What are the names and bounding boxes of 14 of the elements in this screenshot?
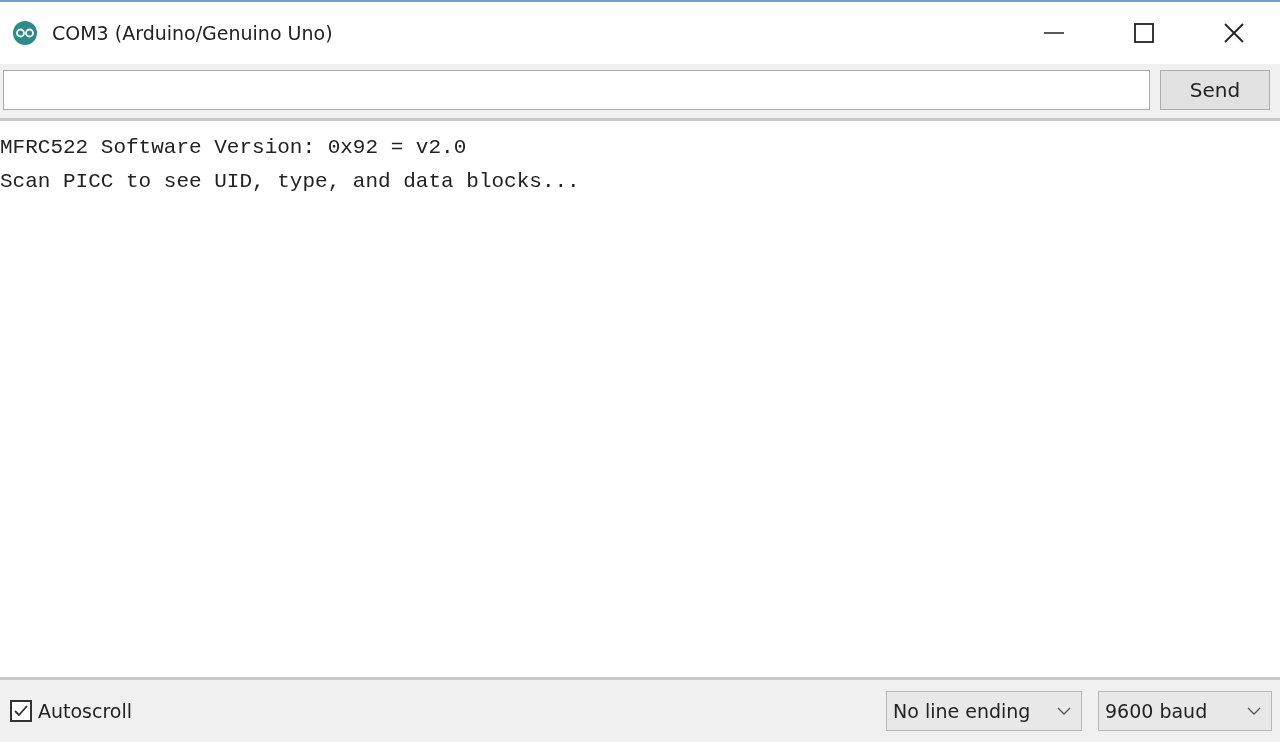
caret-icon — [1057, 707, 1071, 715]
input-field[interactable] — [3, 70, 1150, 110]
baud-rate-dropdown[interactable]: 9600 baud — [1098, 691, 1272, 731]
close-icon[interactable] — [1224, 23, 1244, 43]
output-line: Scan PICC to see UID, type, and data blocks... — [0, 169, 581, 195]
output-line: MFRC522 Software Version: 0x92 = v2.0 — [0, 135, 468, 161]
window-title: COM3 (Arduino/Genuino Uno) — [52, 22, 333, 44]
maximize-icon[interactable] — [1134, 23, 1154, 43]
line-ending-dropdown[interactable]: No line ending — [886, 691, 1082, 731]
send-button[interactable]: Send — [1160, 70, 1270, 110]
autoscroll-label: Autoscroll — [38, 700, 133, 722]
app-logo-icon — [12, 20, 38, 46]
checkbox[interactable] — [10, 700, 32, 722]
caret-icon — [1247, 707, 1261, 715]
